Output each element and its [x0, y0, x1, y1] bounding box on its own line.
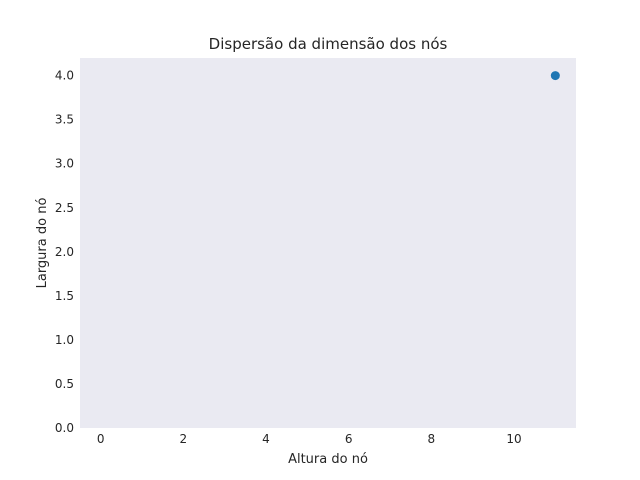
chart-figure: 0 2 4 6 8 10 0.0 0.5 1.0 1.5 2.0 2.5 3.0 3.5 4.0 Disp…	[0, 0, 640, 480]
y-tick-label: 1.0	[55, 333, 74, 347]
scatter-point	[550, 71, 560, 81]
plot-area	[80, 58, 576, 428]
y-tick-label: 2.0	[55, 245, 74, 259]
scatter-chart: 0 2 4 6 8 10 0.0 0.5 1.0 1.5 2.0 2.5 3.0 3.5 4.0 Disp…	[35, 35, 576, 467]
x-axis-label: Altura do nó	[288, 452, 368, 467]
x-tick-label: 2	[180, 432, 188, 446]
x-tick-label: 4	[262, 432, 270, 446]
x-tick-label: 8	[428, 432, 436, 446]
y-tick-label: 3.0	[55, 157, 74, 171]
y-tick-label: 0.5	[55, 377, 74, 391]
y-tick-label: 0.0	[55, 421, 74, 435]
data-points	[550, 71, 560, 81]
y-tick-label: 1.5	[55, 289, 74, 303]
y-axis-label: Largura do nó	[35, 198, 50, 289]
x-tick-label: 10	[506, 432, 521, 446]
y-tick-label: 3.5	[55, 113, 74, 127]
y-tick-label: 4.0	[55, 69, 74, 83]
y-axis-ticks: 0.0 0.5 1.0 1.5 2.0 2.5 3.0 3.5 4.0	[55, 69, 74, 435]
y-tick-label: 2.5	[55, 201, 74, 215]
chart-title: Dispersão da dimensão dos nós	[209, 35, 448, 53]
x-tick-label: 6	[345, 432, 353, 446]
x-tick-label: 0	[97, 432, 105, 446]
x-axis-ticks: 0 2 4 6 8 10	[97, 432, 522, 446]
